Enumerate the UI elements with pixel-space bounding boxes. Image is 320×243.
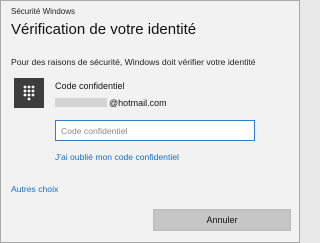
- account-email: @hotmail.com: [55, 98, 167, 110]
- masked-account-name: [55, 98, 107, 107]
- forgot-pin-link[interactable]: J'ai oublié mon code confidentiel: [55, 152, 179, 162]
- dialog-heading: Vérification de votre identité: [11, 21, 197, 38]
- account-suffix: @hotmail.com: [109, 98, 167, 108]
- dialog-description: Pour des raisons de sécurité, Windows do…: [11, 57, 256, 67]
- credential-label: Code confidentiel: [55, 81, 125, 91]
- more-choices-link[interactable]: Autres choix: [11, 184, 58, 194]
- cancel-button[interactable]: Annuler: [153, 209, 291, 231]
- window-title: Sécurité Windows: [11, 7, 76, 16]
- pin-input[interactable]: [55, 120, 255, 141]
- security-dialog: Sécurité Windows Vérification de votre i…: [0, 0, 300, 243]
- pin-keypad-icon: [14, 78, 44, 108]
